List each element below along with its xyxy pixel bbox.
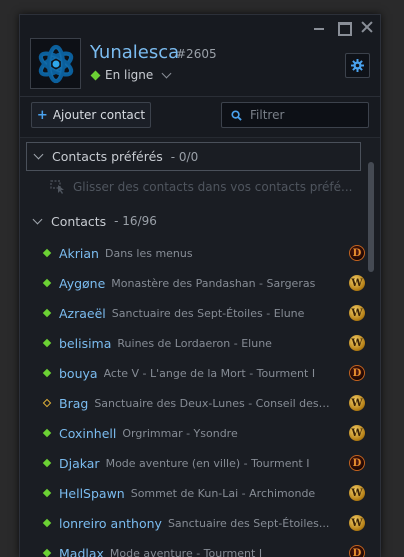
online-status-icon	[90, 70, 101, 80]
friends-window: Yunalesca #2605 En ligne + Ajouter conta…	[19, 14, 381, 557]
friend-activity: Orgrimmar - Ysondre	[122, 426, 238, 440]
filter-field[interactable]	[221, 102, 369, 128]
contacts-title: Contacts	[51, 213, 107, 229]
friend-name: Coxinhell	[59, 425, 117, 441]
settings-button[interactable]	[345, 53, 370, 78]
status-dropdown[interactable]: En ligne	[90, 68, 172, 82]
wow-game-icon: W	[349, 275, 365, 291]
favorites-count: - 0/0	[170, 149, 199, 164]
friend-activity: Sommet de Kun-Lai - Archimonde	[130, 486, 316, 500]
friend-name: HellSpawn	[59, 485, 125, 501]
scrollbar-thumb[interactable]	[368, 162, 374, 272]
contacts-count: - 16/96	[114, 214, 157, 228]
friend-activity: Mode aventure - Tourment I	[109, 546, 263, 557]
friend-row[interactable]: lonreiro anthony Sanctuaire des Sept-Étoi…	[20, 508, 365, 538]
battletag: #2605	[176, 47, 217, 61]
friend-activity: Ruines de Lordaeron - Elune	[117, 336, 272, 350]
friend-activity: Dans les menus	[104, 246, 193, 260]
username: Yunalesca	[90, 42, 180, 63]
friend-activity: Sanctuaire des Sept-Étoiles - Elune	[111, 306, 305, 320]
friend-activity: Sanctuaire des Deux-Lunes - Conseil des …	[94, 396, 333, 410]
chevron-down-icon	[161, 68, 172, 78]
toolbar: + Ajouter contact	[20, 97, 380, 135]
friend-activity: Monastère des Pandashan - Sargeras	[111, 276, 316, 290]
add-contact-button[interactable]: + Ajouter contact	[31, 102, 151, 128]
online-status-icon	[42, 458, 52, 468]
away-status-icon	[42, 398, 52, 408]
contacts-section-header[interactable]: Contacts - 16/96	[26, 210, 157, 232]
favorites-title: Contacts préférés	[52, 149, 163, 164]
favorites-hint: Glisser des contacts dans vos contacts p…	[50, 180, 360, 194]
search-icon	[231, 109, 242, 121]
wow-game-icon: W	[349, 395, 365, 411]
friend-row[interactable]: Brag Sanctuaire des Deux-Lunes - Conseil …	[20, 388, 365, 418]
friend-row[interactable]: Azraeël Sanctuaire des Sept-Étoiles - Elu…	[20, 298, 365, 328]
friend-row[interactable]: belisima Ruines de Lordaeron - Elune W	[20, 328, 365, 358]
online-status-icon	[42, 518, 52, 528]
friend-row[interactable]: Coxinhell Orgrimmar - Ysondre W	[20, 418, 365, 448]
online-status-icon	[42, 248, 52, 258]
friend-row[interactable]: Akrian Dans les menus D	[20, 238, 365, 268]
friend-name: Madlax	[59, 545, 104, 557]
favorites-hint-text: Glisser des contacts dans vos contacts p…	[73, 180, 353, 194]
online-status-icon	[42, 428, 52, 438]
friend-name: Azraeël	[59, 305, 106, 321]
diablo-game-icon: D	[349, 245, 365, 261]
diablo-game-icon: D	[349, 545, 365, 557]
contact-list: Contacts préférés - 0/0 Glisser des cont…	[20, 137, 380, 557]
online-status-icon	[42, 548, 52, 557]
friend-row[interactable]: Madlax Mode aventure - Tourment I D	[20, 538, 365, 557]
plus-icon: +	[36, 107, 48, 123]
online-status-icon	[42, 308, 52, 318]
favorites-section-header[interactable]: Contacts préférés - 0/0	[26, 142, 361, 171]
battlenet-logo-icon[interactable]	[30, 38, 81, 89]
drag-icon	[50, 180, 64, 194]
friend-row[interactable]: bouya Acte V - L'ange de la Mort - Tourme…	[20, 358, 365, 388]
chevron-down-icon	[32, 214, 43, 224]
diablo-game-icon: D	[349, 365, 365, 381]
friend-row[interactable]: Djakar Mode aventure (en ville) - Tourmen…	[20, 448, 365, 478]
online-status-icon	[42, 338, 52, 348]
friend-name: lonreiro anthony	[59, 515, 162, 531]
friend-name: Akrian	[59, 245, 99, 261]
wow-game-icon: W	[349, 485, 365, 501]
filter-input[interactable]	[250, 108, 360, 122]
friend-row[interactable]: HellSpawn Sommet de Kun-Lai - Archimonde W	[20, 478, 365, 508]
profile-header: Yunalesca #2605 En ligne	[20, 15, 380, 95]
friends-list: Akrian Dans les menus D Aygøne Monastère des…	[20, 238, 365, 557]
friend-name: Djakar	[59, 455, 100, 471]
status-label: En ligne	[105, 68, 154, 82]
friend-activity: Acte V - L'ange de la Mort - Tourment I	[103, 366, 316, 380]
online-status-icon	[42, 278, 52, 288]
friend-name: belisima	[59, 335, 112, 351]
online-status-icon	[42, 368, 52, 378]
diablo-game-icon: D	[349, 455, 365, 471]
friend-name: Aygøne	[59, 275, 106, 291]
friend-name: Brag	[59, 395, 89, 411]
friend-activity: Mode aventure (en ville) - Tourment I	[105, 456, 310, 470]
chevron-down-icon	[33, 149, 44, 160]
friend-name: bouya	[59, 365, 98, 381]
online-status-icon	[42, 488, 52, 498]
gear-icon	[351, 59, 364, 72]
wow-game-icon: W	[349, 515, 365, 531]
friend-row[interactable]: Aygøne Monastère des Pandashan - Sargeras…	[20, 268, 365, 298]
wow-game-icon: W	[349, 335, 365, 351]
add-contact-label: Ajouter contact	[52, 108, 146, 122]
friend-activity: Sanctuaire des Sept-Étoiles...	[167, 516, 330, 530]
wow-game-icon: W	[349, 425, 365, 441]
wow-game-icon: W	[349, 305, 365, 321]
